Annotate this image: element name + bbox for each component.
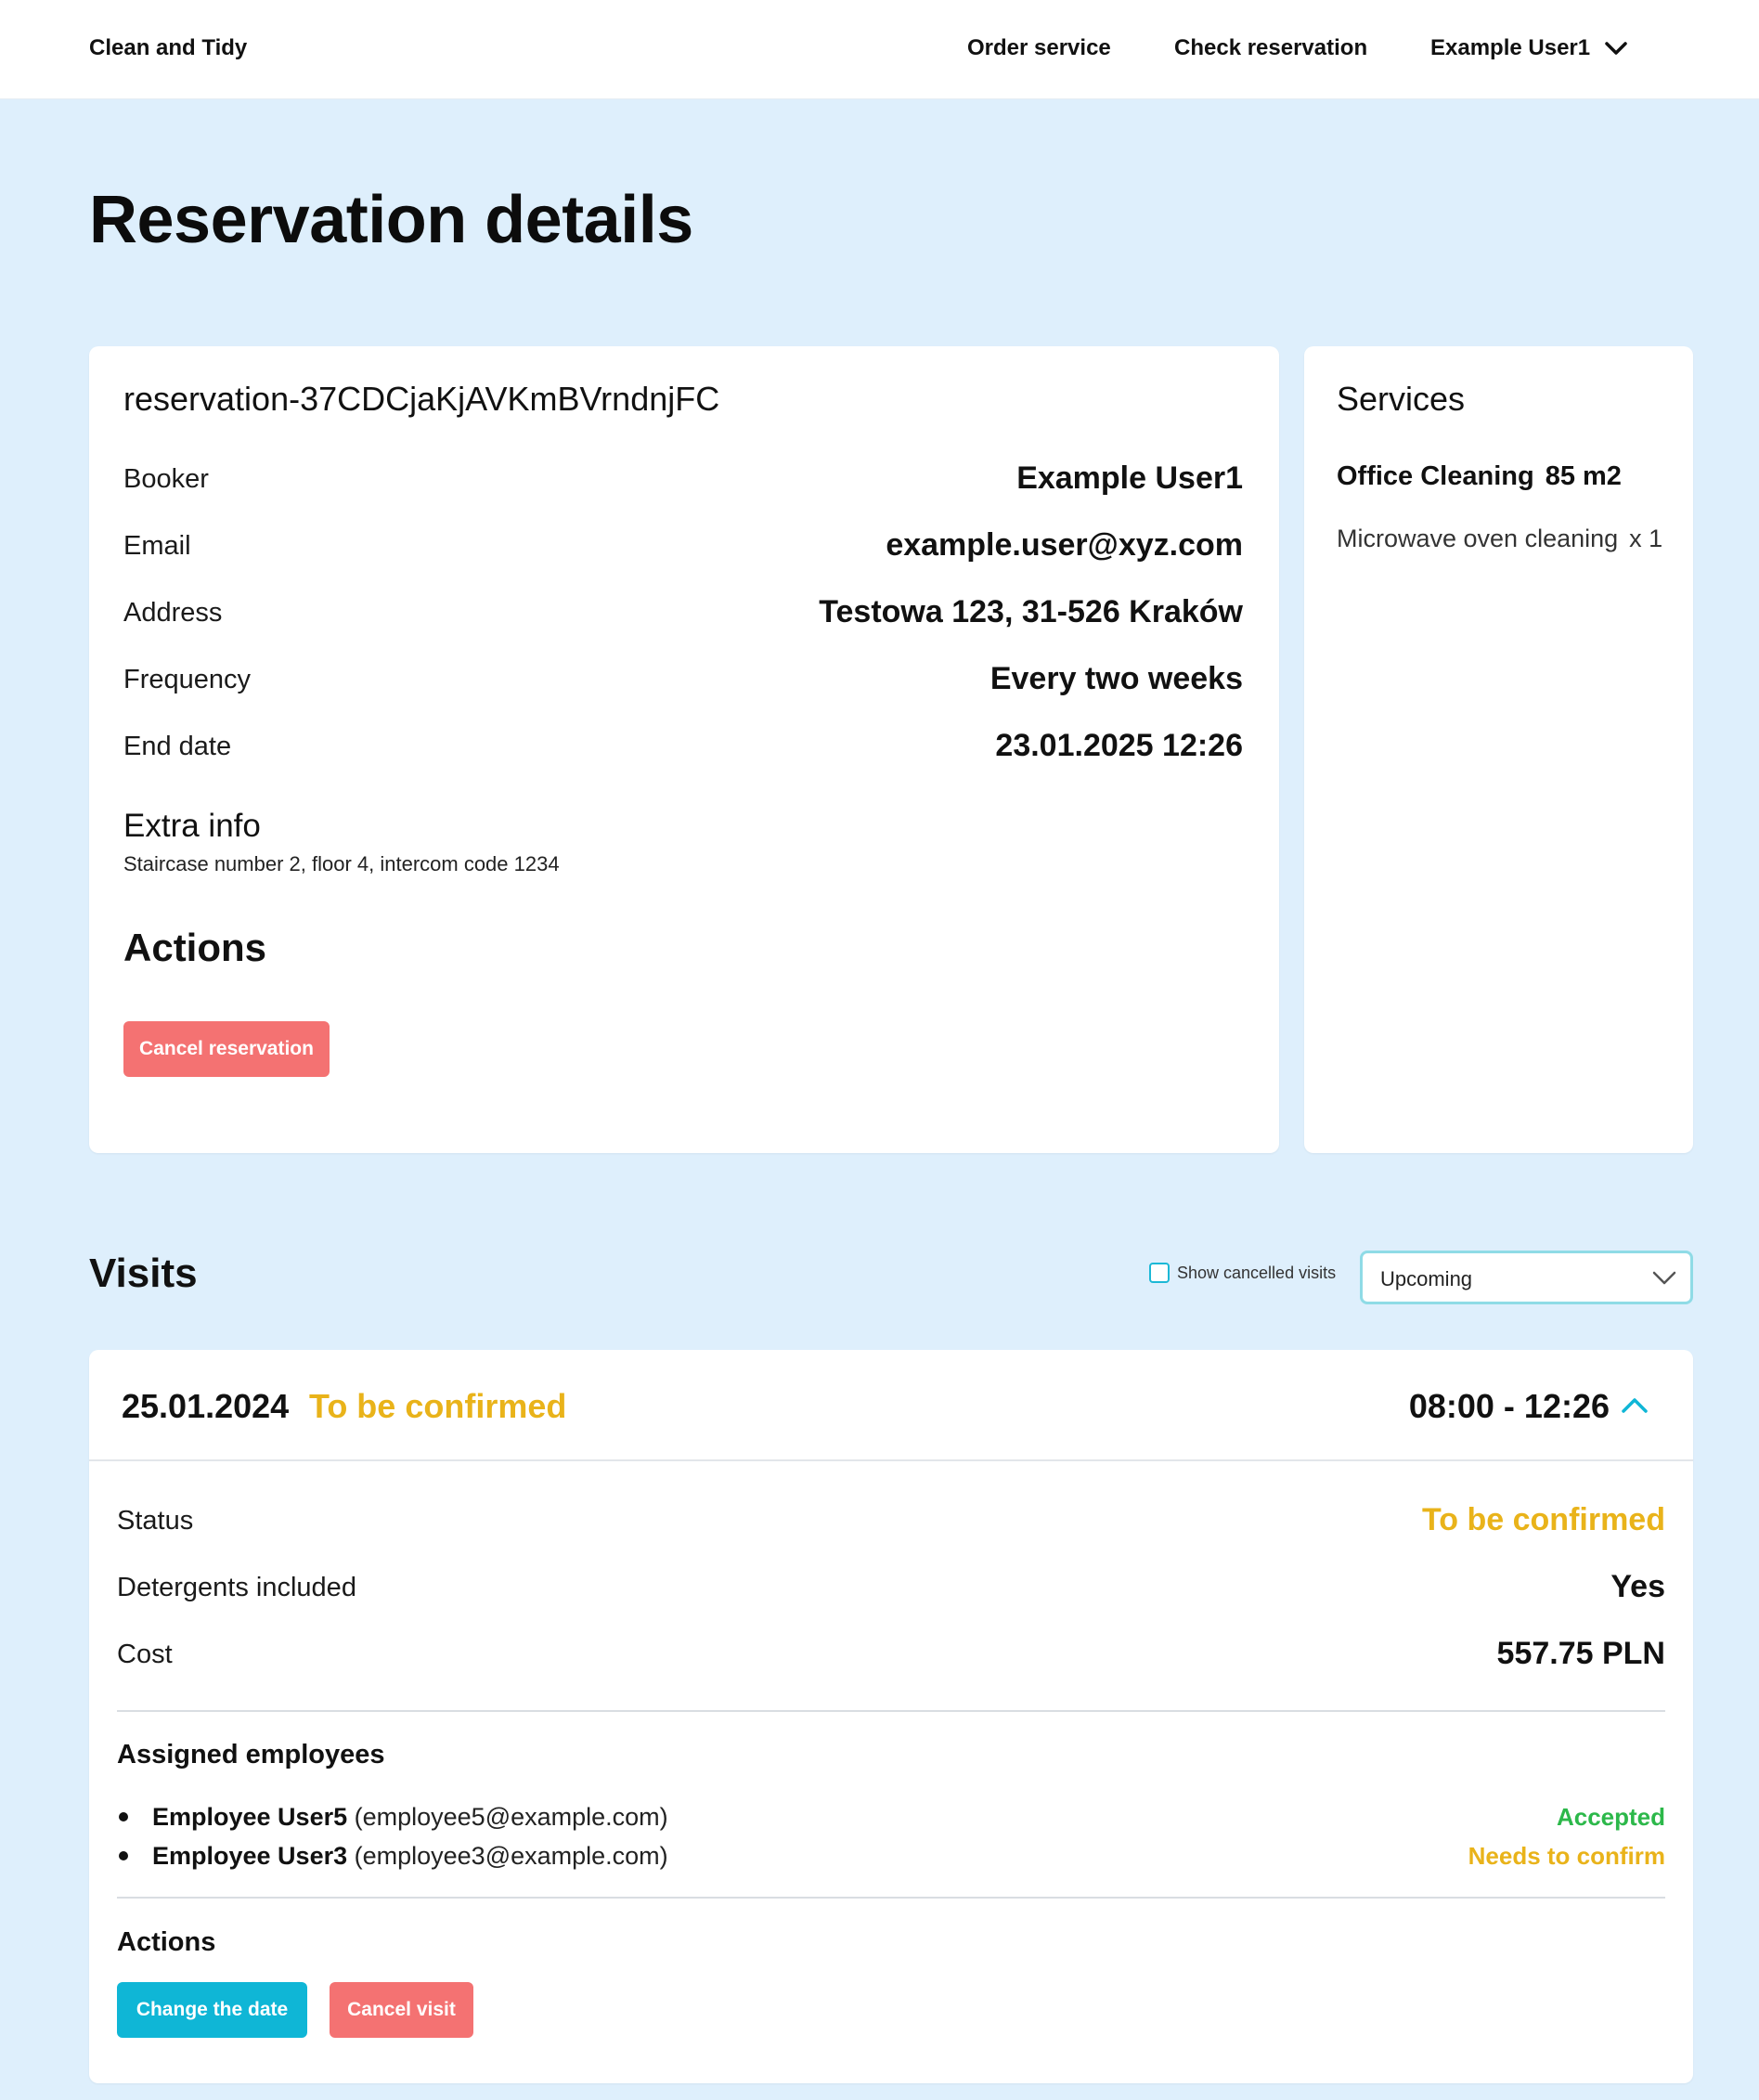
visit-detail-label: Cost	[117, 1640, 173, 1669]
detail-row-address: Address Testowa 123, 31-526 Kraków	[123, 590, 1243, 637]
employee-list-item: Employee User3 (employee3@example.com) N…	[117, 1838, 1665, 1875]
detail-label: Email	[123, 531, 191, 561]
visit-detail-value: To be confirmed	[1422, 1502, 1665, 1537]
visit-detail-value: 557.75 PLN	[1496, 1636, 1665, 1671]
visit-row-status: Status To be confirmed	[117, 1498, 1665, 1545]
nav-order-service[interactable]: Order service	[967, 35, 1111, 61]
visit-time-range: 08:00 - 12:26	[1408, 1387, 1610, 1425]
divider	[117, 1710, 1665, 1712]
employee-identity: Employee User3 (employee3@example.com)	[152, 1842, 668, 1871]
service-extra-item: Microwave oven cleaning x 1	[1337, 525, 1662, 553]
service-main-item: Office Cleaning 85 m2	[1337, 461, 1622, 492]
detail-row-booker: Booker Example User1	[123, 457, 1243, 503]
detail-row-end-date: End date 23.01.2025 12:26	[123, 724, 1243, 771]
employee-list-item: Employee User5 (employee5@example.com) A…	[117, 1799, 1665, 1836]
service-name: Office Cleaning	[1337, 461, 1534, 491]
visit-row-detergents: Detergents included Yes	[117, 1565, 1665, 1612]
page-title: Reservation details	[89, 183, 693, 257]
divider	[117, 1897, 1665, 1899]
user-menu[interactable]: Example User1	[1430, 35, 1629, 61]
detail-value: example.user@xyz.com	[886, 527, 1243, 563]
chevron-down-icon	[1605, 42, 1627, 55]
service-extra-name: Microwave oven cleaning	[1337, 525, 1619, 552]
visits-filter-value: Upcoming	[1380, 1267, 1473, 1290]
visit-detail-label: Detergents included	[117, 1573, 356, 1602]
show-cancelled-checkbox[interactable]	[1149, 1263, 1170, 1283]
cancel-visit-button[interactable]: Cancel visit	[330, 1982, 473, 2038]
reservation-card: reservation-37CDCjaKjAVKmBVrndnjFC Booke…	[89, 346, 1279, 1153]
detail-row-email: Email example.user@xyz.com	[123, 524, 1243, 570]
detail-label: Address	[123, 598, 223, 628]
brand-logo-text[interactable]: Clean and Tidy	[89, 35, 247, 61]
detail-label: End date	[123, 732, 232, 761]
service-area: 85 m2	[1545, 461, 1622, 491]
employee-status: Needs to confirm	[1468, 1842, 1665, 1870]
detail-value: Example User1	[1016, 460, 1243, 496]
cancel-reservation-button[interactable]: Cancel reservation	[123, 1021, 330, 1077]
services-card: Services Office Cleaning 85 m2 Microwave …	[1304, 346, 1693, 1153]
nav-check-reservation[interactable]: Check reservation	[1174, 35, 1367, 61]
detail-label: Frequency	[123, 665, 252, 694]
visit-row-cost: Cost 557.75 PLN	[117, 1632, 1665, 1679]
change-date-button[interactable]: Change the date	[117, 1982, 307, 2038]
bullet-icon	[119, 1851, 128, 1860]
service-extra-qty: x 1	[1629, 525, 1663, 552]
visits-title: Visits	[89, 1251, 198, 1296]
bullet-icon	[119, 1812, 128, 1821]
extra-info-title: Extra info	[123, 808, 261, 844]
employee-name: Employee User3	[152, 1842, 348, 1870]
extra-info-text: Staircase number 2, floor 4, intercom co…	[123, 852, 560, 875]
visit-detail-label: Status	[117, 1506, 194, 1536]
services-title: Services	[1337, 380, 1466, 418]
top-navbar: Clean and Tidy Order service Check reser…	[0, 0, 1759, 99]
visit-date: 25.01.2024	[122, 1387, 290, 1425]
employee-name: Employee User5	[152, 1803, 348, 1831]
visit-status-badge: To be confirmed	[309, 1387, 567, 1425]
user-name: Example User1	[1430, 35, 1591, 60]
detail-label: Booker	[123, 464, 209, 494]
reservation-id: reservation-37CDCjaKjAVKmBVrndnjFC	[123, 380, 720, 418]
actions-title: Actions	[123, 926, 267, 969]
employee-identity: Employee User5 (employee5@example.com)	[152, 1803, 668, 1832]
detail-value: Testowa 123, 31-526 Kraków	[819, 594, 1243, 629]
employee-email: (employee3@example.com)	[354, 1842, 668, 1870]
visit-header[interactable]: 25.01.2024 To be confirmed 08:00 - 12:26	[89, 1350, 1693, 1461]
assigned-employees-title: Assigned employees	[117, 1740, 385, 1769]
employee-status: Accepted	[1556, 1803, 1665, 1831]
show-cancelled-label: Show cancelled visits	[1177, 1263, 1337, 1282]
employee-email: (employee5@example.com)	[354, 1803, 668, 1831]
chevron-down-icon	[1652, 1271, 1676, 1285]
visit-card: 25.01.2024 To be confirmed 08:00 - 12:26…	[89, 1350, 1693, 2083]
chevron-up-icon[interactable]	[1619, 1392, 1650, 1419]
visit-detail-value: Yes	[1610, 1569, 1665, 1604]
detail-row-frequency: Frequency Every two weeks	[123, 657, 1243, 704]
visits-filter-select[interactable]: Upcoming	[1360, 1251, 1693, 1304]
show-cancelled-toggle[interactable]: Show cancelled visits	[1149, 1263, 1336, 1283]
detail-value: 23.01.2025 12:26	[995, 728, 1243, 763]
visit-actions-title: Actions	[117, 1927, 216, 1957]
detail-value: Every two weeks	[989, 661, 1243, 696]
